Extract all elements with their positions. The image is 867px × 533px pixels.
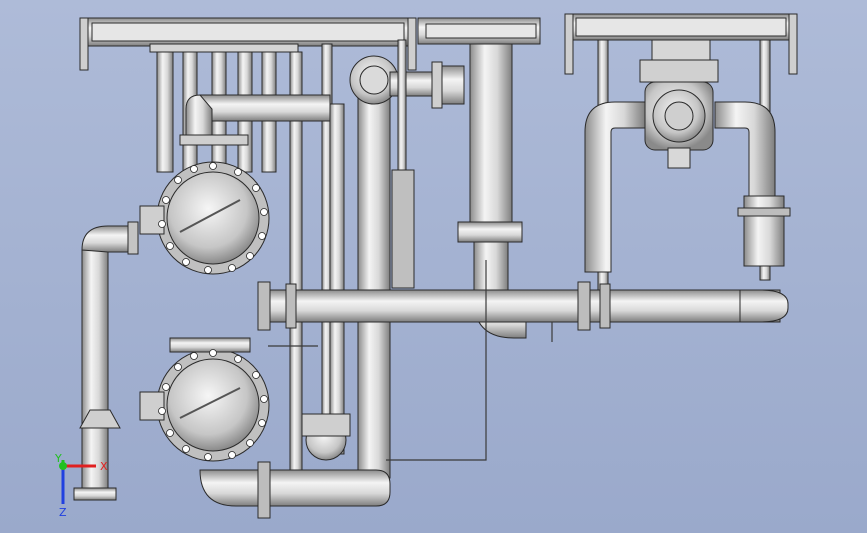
triad-y-label: Y <box>54 452 62 465</box>
piping-assembly-model[interactable]: X Y Z <box>0 0 867 533</box>
main-vertical-riser[interactable] <box>349 39 465 479</box>
left-inlet-pipe[interactable] <box>73 221 139 501</box>
cad-viewport[interactable]: X Y Z <box>0 0 867 533</box>
pump-casing[interactable] <box>584 59 791 273</box>
triad-z-label: Z <box>59 506 67 519</box>
triad-x-label: X <box>100 460 108 473</box>
